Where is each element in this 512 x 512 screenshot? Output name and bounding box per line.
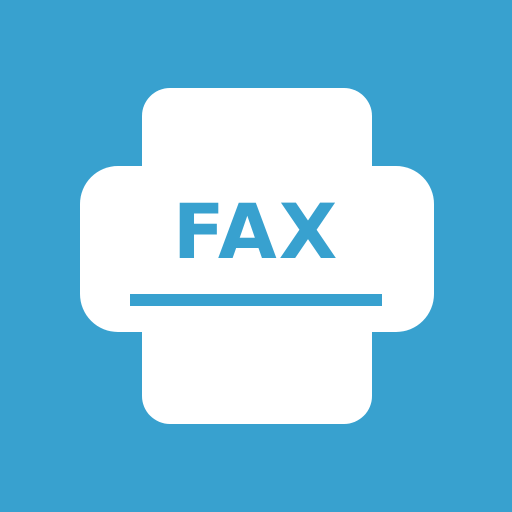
paper-slot xyxy=(130,294,382,306)
output-paper-top xyxy=(142,306,372,336)
fax-machine-icon: FAX xyxy=(80,88,434,424)
fax-label: FAX xyxy=(173,187,340,276)
fax-app-icon: FAX xyxy=(0,0,512,512)
